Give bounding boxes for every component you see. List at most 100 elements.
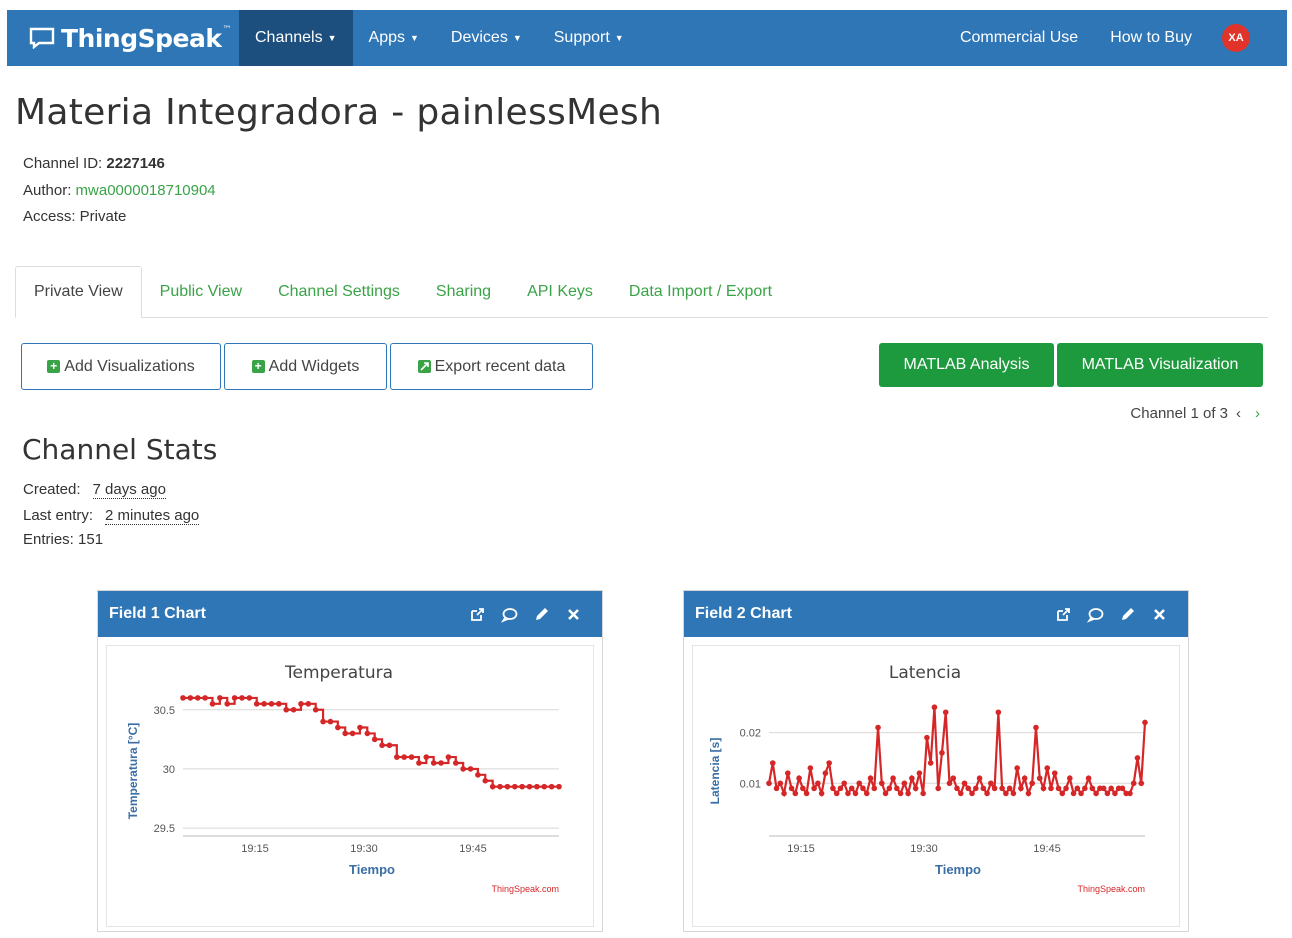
nav-devices[interactable]: Devices ▼	[435, 10, 538, 66]
tab-public-view[interactable]: Public View	[142, 266, 260, 317]
data-point	[946, 780, 953, 787]
data-point	[202, 695, 208, 701]
matlab-analysis-button[interactable]: MATLAB Analysis	[879, 343, 1054, 387]
data-point	[867, 775, 874, 782]
data-point	[276, 701, 282, 707]
data-point	[180, 695, 186, 701]
data-point	[818, 790, 825, 797]
data-point	[364, 730, 371, 737]
close-icon[interactable]	[565, 606, 582, 623]
data-point	[1021, 775, 1028, 782]
thingspeak-logo[interactable]: ThingSpeak ™	[7, 10, 239, 66]
data-point	[1104, 790, 1111, 797]
nav-how-to-buy[interactable]: How to Buy	[1094, 10, 1208, 66]
data-point	[1100, 785, 1107, 792]
channel-tabs: Private View Public View Channel Setting…	[15, 266, 1268, 318]
tab-sharing[interactable]: Sharing	[418, 266, 509, 317]
add-visualizations-button[interactable]: + Add Visualizations	[21, 343, 221, 390]
stat-last-entry: Last entry: 2 minutes ago	[23, 507, 200, 525]
data-point	[886, 785, 893, 792]
data-point	[785, 770, 791, 776]
user-avatar[interactable]: XA	[1222, 24, 1250, 52]
caret-down-icon: ▼	[410, 33, 419, 43]
data-point	[769, 760, 776, 766]
x-tick-label: 19:45	[1033, 843, 1061, 855]
data-point	[871, 785, 878, 792]
nav-apps[interactable]: Apps ▼	[353, 10, 435, 66]
tab-api-keys[interactable]: API Keys	[509, 266, 611, 317]
x-tick-label: 19:45	[459, 843, 487, 855]
data-point	[777, 780, 784, 787]
author-link[interactable]: mwa0000018710904	[76, 182, 216, 199]
close-icon[interactable]	[1151, 606, 1168, 623]
data-point	[312, 706, 319, 713]
channel-pager: Channel 1 of 3 ‹ ›	[1130, 405, 1260, 422]
comment-icon[interactable]	[1087, 606, 1104, 623]
data-point	[1040, 785, 1047, 792]
data-point	[534, 783, 540, 790]
tab-data-import-export[interactable]: Data Import / Export	[611, 266, 790, 317]
panel-header: Field 1 Chart	[98, 591, 602, 637]
export-icon	[417, 360, 431, 373]
data-point	[792, 790, 799, 797]
caret-down-icon: ▼	[614, 33, 624, 43]
data-point	[1093, 790, 1099, 797]
data-point	[894, 785, 900, 792]
data-point	[788, 785, 795, 792]
data-point	[1063, 785, 1069, 792]
data-point	[357, 724, 363, 731]
data-point	[1025, 790, 1032, 797]
caret-down-icon: ▼	[512, 33, 522, 43]
external-link-icon[interactable]	[469, 606, 486, 623]
export-recent-data-button[interactable]: Export recent data	[390, 343, 593, 390]
matlab-visualization-button[interactable]: MATLAB Visualization	[1057, 343, 1263, 387]
channel-id-label: Channel ID:	[23, 155, 107, 172]
pencil-icon[interactable]	[1119, 606, 1136, 623]
external-link-icon[interactable]	[1055, 606, 1072, 623]
chart-credit: ThingSpeak.com	[491, 884, 559, 894]
channel-id: Channel ID: 2227146	[23, 155, 165, 172]
pencil-icon[interactable]	[533, 606, 550, 623]
caret-down-icon: ▼	[327, 33, 337, 43]
data-point	[991, 785, 998, 792]
data-point	[239, 695, 245, 701]
data-point	[475, 772, 481, 778]
data-point	[822, 770, 829, 776]
data-point	[1059, 790, 1066, 797]
add-widgets-button[interactable]: + Add Widgets	[224, 343, 387, 390]
data-point	[460, 766, 466, 772]
data-point	[416, 760, 422, 766]
data-point	[386, 742, 393, 749]
data-point	[841, 780, 847, 787]
created-value: 7 days ago	[92, 481, 166, 499]
x-tick-label: 19:15	[241, 843, 269, 855]
nav-support[interactable]: Support ▼	[538, 10, 640, 66]
data-point	[1018, 785, 1024, 792]
comment-icon[interactable]	[501, 606, 518, 623]
tab-channel-settings[interactable]: Channel Settings	[260, 266, 418, 317]
data-point	[401, 754, 407, 760]
chevron-left-icon[interactable]: ‹	[1236, 405, 1241, 422]
data-point	[349, 730, 356, 737]
trademark-mark: ™	[222, 25, 231, 35]
add-visualizations-label: Add Visualizations	[64, 357, 195, 375]
data-point	[1130, 780, 1137, 787]
data-point	[999, 785, 1005, 792]
add-widgets-label: Add Widgets	[268, 357, 360, 375]
data-point	[231, 695, 238, 701]
panel-icons	[469, 591, 582, 637]
nav-channels[interactable]: Channels ▼	[239, 10, 353, 66]
tab-private-view[interactable]: Private View	[15, 266, 142, 318]
data-point	[445, 754, 452, 760]
chart-title: Latencia	[889, 663, 961, 683]
nav-commercial-use[interactable]: Commercial Use	[944, 10, 1094, 66]
data-point	[995, 709, 1002, 716]
data-point	[489, 783, 496, 790]
data-point	[335, 724, 341, 731]
data-point	[950, 775, 957, 782]
data-point	[327, 718, 334, 725]
chevron-right-icon[interactable]: ›	[1255, 405, 1260, 422]
data-point	[320, 718, 326, 725]
data-point	[1067, 775, 1073, 782]
data-point	[924, 734, 930, 741]
